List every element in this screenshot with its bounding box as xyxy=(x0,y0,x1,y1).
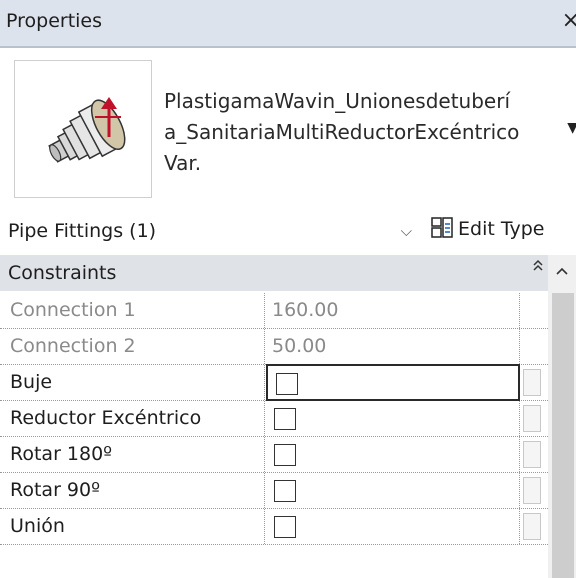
vertical-scrollbar[interactable] xyxy=(548,255,576,578)
associate-parameter-button[interactable] xyxy=(523,405,541,432)
collapse-icon[interactable] xyxy=(532,259,544,275)
property-row-buje: Buje xyxy=(0,364,548,401)
property-name: Rotar 180º xyxy=(0,437,265,472)
buje-checkbox[interactable] xyxy=(276,373,298,395)
edit-type-icon xyxy=(430,216,454,244)
scroll-up-icon[interactable] xyxy=(554,264,570,280)
category-header-constraints[interactable]: Constraints xyxy=(0,255,548,291)
type-name: PlastigamaWavin_Unionesdetuberí a_Sanita… xyxy=(164,89,520,175)
property-row-union: Unión xyxy=(0,509,548,545)
property-row-connection-1: Connection 1 160.00 xyxy=(0,293,548,329)
associate-parameter-button[interactable] xyxy=(523,441,541,468)
instance-filter-label: Pipe Fittings (1) xyxy=(8,220,157,242)
properties-grid: Constraints Connection 1 160.00 Connecti… xyxy=(0,255,576,578)
type-selector[interactable]: PlastigamaWavin_Unionesdetuberí a_Sanita… xyxy=(0,50,576,200)
property-value: 50.00 xyxy=(266,329,520,364)
property-value-cell[interactable] xyxy=(266,509,520,544)
property-row-rotar-180: Rotar 180º xyxy=(0,437,548,473)
union-checkbox[interactable] xyxy=(274,516,296,538)
close-icon[interactable]: × xyxy=(562,8,576,33)
property-name: Reductor Excéntrico xyxy=(0,401,265,436)
edit-type-button[interactable]: Edit Type xyxy=(428,212,576,248)
chevron-down-icon[interactable]: ⌵ xyxy=(401,222,412,240)
instance-filter-dropdown[interactable]: Pipe Fittings (1) ⌵ xyxy=(0,214,418,248)
panel-title: Properties xyxy=(6,10,103,32)
property-value: 160.00 xyxy=(266,293,520,328)
property-value-cell[interactable] xyxy=(266,437,520,472)
property-name: Unión xyxy=(0,509,265,544)
properties-titlebar: Properties × xyxy=(0,0,576,48)
associate-parameter-button[interactable] xyxy=(523,369,541,396)
property-row-rotar-90: Rotar 90º xyxy=(0,473,548,509)
associate-parameter-button[interactable] xyxy=(523,513,541,540)
property-name: Buje xyxy=(0,365,265,400)
type-dropdown-arrow-icon[interactable]: ▼ xyxy=(567,120,576,136)
property-name: Connection 2 xyxy=(0,329,265,364)
scrollbar-thumb[interactable] xyxy=(552,293,574,578)
rotar-180-checkbox[interactable] xyxy=(274,444,296,466)
pipe-reducer-fitting-icon xyxy=(14,60,152,198)
reductor-excentrico-checkbox[interactable] xyxy=(274,408,296,430)
property-value-cell[interactable] xyxy=(266,364,520,401)
associate-parameter-button[interactable] xyxy=(523,477,541,504)
property-value-cell[interactable] xyxy=(266,473,520,508)
property-row-connection-2: Connection 2 50.00 xyxy=(0,329,548,365)
property-row-reductor-excentrico: Reductor Excéntrico xyxy=(0,401,548,437)
selector-row: Pipe Fittings (1) ⌵ Edit Type xyxy=(0,206,576,256)
property-value-cell[interactable] xyxy=(266,401,520,436)
rotar-90-checkbox[interactable] xyxy=(274,480,296,502)
edit-type-label: Edit Type xyxy=(458,218,545,240)
category-label: Constraints xyxy=(8,262,117,284)
property-name: Rotar 90º xyxy=(0,473,265,508)
property-name: Connection 1 xyxy=(0,293,265,328)
